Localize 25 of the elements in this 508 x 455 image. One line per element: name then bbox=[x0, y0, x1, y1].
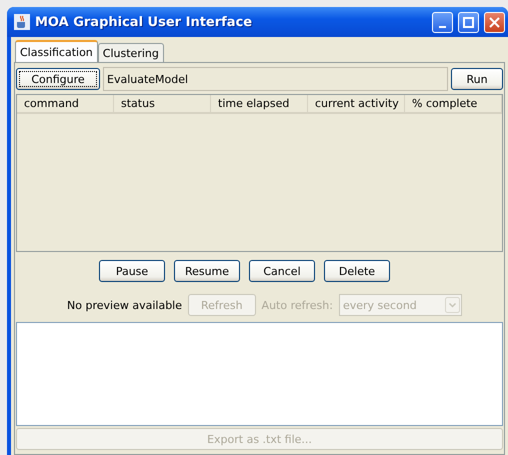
minimize-icon bbox=[439, 26, 446, 28]
close-icon bbox=[489, 16, 500, 28]
coffee-cup-icon bbox=[14, 14, 30, 30]
task-button[interactable]: Delete bbox=[324, 260, 390, 282]
tab[interactable]: Classification bbox=[15, 40, 98, 62]
tab[interactable]: Clustering bbox=[98, 43, 164, 62]
preview-text-area[interactable] bbox=[16, 322, 503, 426]
preview-status: No preview available bbox=[67, 298, 182, 312]
close-button[interactable] bbox=[484, 12, 505, 32]
configure-button[interactable]: Configure bbox=[16, 68, 100, 90]
column-header[interactable]: status bbox=[114, 95, 211, 114]
column-header[interactable]: current activity bbox=[308, 95, 405, 114]
task-button[interactable]: Cancel bbox=[249, 260, 315, 282]
maximize-button[interactable] bbox=[458, 12, 479, 32]
task-button[interactable]: Pause bbox=[99, 260, 165, 282]
task-field[interactable]: EvaluateModel bbox=[103, 67, 448, 91]
column-header[interactable]: % complete bbox=[405, 95, 502, 114]
column-header[interactable]: time elapsed bbox=[211, 95, 308, 114]
column-header[interactable]: command bbox=[17, 95, 114, 114]
window-title: MOA Graphical User Interface bbox=[35, 14, 254, 30]
task-button[interactable]: Resume bbox=[174, 260, 240, 282]
run-button[interactable]: Run bbox=[451, 68, 503, 90]
auto-refresh-label: Auto refresh: bbox=[262, 298, 333, 312]
minimize-button[interactable] bbox=[432, 12, 453, 32]
maximize-icon bbox=[463, 16, 474, 28]
